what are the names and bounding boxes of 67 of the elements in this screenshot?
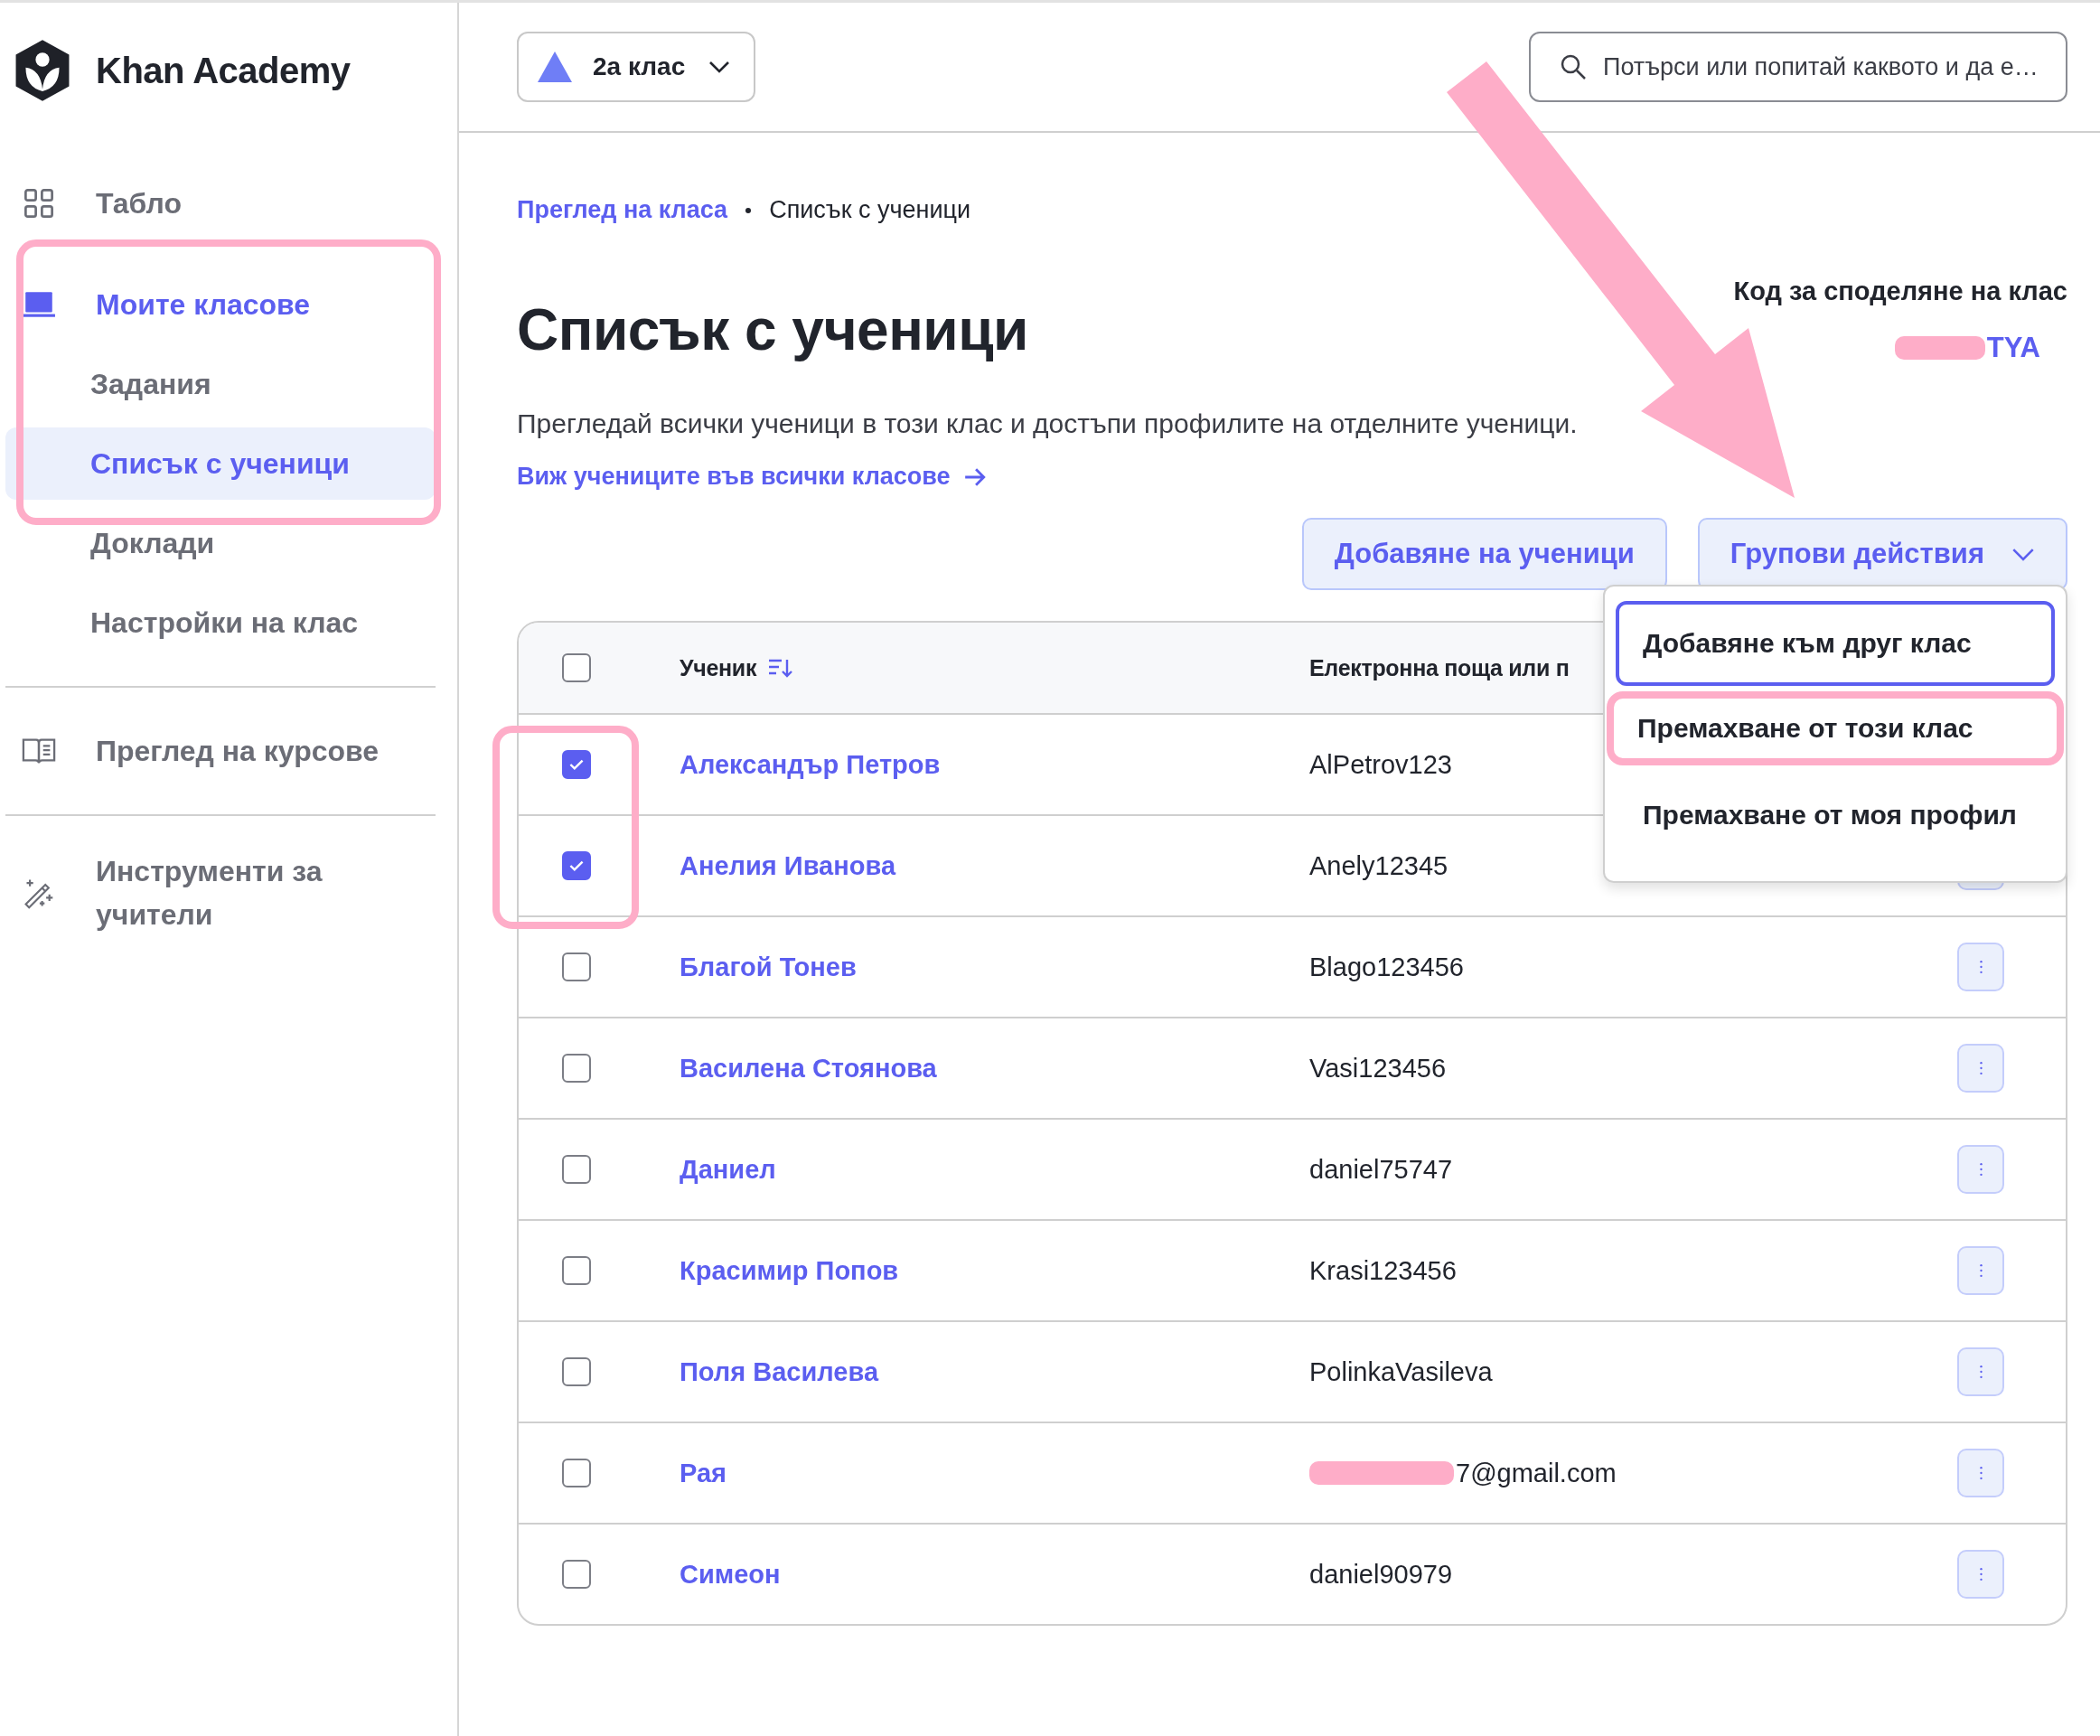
breadcrumb-link[interactable]: Преглед на класа (517, 196, 728, 224)
student-login: Blago123456 (1309, 952, 1464, 982)
student-name-link[interactable]: Симеон (680, 1559, 1309, 1590)
all-classes-link[interactable]: Виж учениците във всички класове (517, 463, 987, 491)
row-checkbox[interactable] (562, 851, 591, 880)
student-login: AlPetrov123 (1309, 749, 1452, 780)
kebab-icon (1978, 1465, 1983, 1481)
triangle-icon (537, 51, 573, 83)
class-code: TYA (1986, 332, 2040, 364)
student-login: 7@gmail.com (1456, 1458, 1617, 1488)
sidebar-item[interactable]: Моите класове (5, 268, 436, 341)
sidebar-subitem[interactable]: Настройки на клас (5, 586, 436, 659)
search-icon (1560, 53, 1587, 80)
row-checkbox[interactable] (562, 1155, 591, 1184)
student-login: Anely12345 (1309, 850, 1448, 881)
sidebar-subitem[interactable]: Списък с ученици (5, 427, 436, 500)
grid-icon (22, 187, 56, 220)
sidebar-subitem[interactable]: Доклади (5, 507, 436, 579)
kebab-icon (1978, 1566, 1983, 1582)
student-name-link[interactable]: Василена Стоянова (680, 1053, 1309, 1084)
row-checkbox[interactable] (562, 1256, 591, 1285)
row-checkbox[interactable] (562, 750, 591, 779)
sidebar-item[interactable]: Преглед на курсове (5, 715, 436, 787)
row-checkbox[interactable] (562, 1357, 591, 1386)
chevron-down-icon (2011, 547, 2035, 561)
kebab-icon (1978, 959, 1983, 975)
menu-item[interactable]: Премахване от моя профил (1616, 773, 2055, 858)
arrow-right-icon (962, 466, 987, 487)
breadcrumb-separator-icon (745, 207, 752, 213)
search-field[interactable]: Потърси или попитай каквото и да е… (1529, 32, 2067, 102)
student-name-link[interactable]: Даниел (680, 1154, 1309, 1185)
bulk-actions-button[interactable]: Групови действия (1697, 518, 2067, 590)
student-login: PolinkaVasileva (1309, 1356, 1493, 1387)
student-login: Krasi123456 (1309, 1255, 1457, 1286)
student-name-link[interactable]: Красимир Попов (680, 1255, 1309, 1286)
student-login: daniel75747 (1309, 1154, 1453, 1185)
student-name-link[interactable]: Александър Петров (680, 749, 1309, 780)
chevron-down-icon (708, 61, 730, 73)
brand-name: Khan Academy (96, 50, 351, 91)
row-checkbox[interactable] (562, 1054, 591, 1083)
add-students-button[interactable]: Добавяне на ученици (1301, 518, 1667, 590)
kebab-icon (1978, 1161, 1983, 1178)
student-name-link[interactable]: Анелия Иванова (680, 850, 1309, 881)
menu-item[interactable]: Добавяне към друг клас (1616, 601, 2055, 686)
student-login: daniel90979 (1309, 1559, 1453, 1590)
kebab-icon (1978, 1060, 1983, 1076)
sidebar-item[interactable]: Табло (5, 167, 436, 239)
student-login: Vasi123456 (1309, 1053, 1447, 1084)
kebab-icon (1978, 1364, 1983, 1380)
page-title: Списък с ученици (517, 296, 1029, 363)
column-header[interactable]: Ученик (680, 654, 757, 681)
row-checkbox[interactable] (562, 1560, 591, 1589)
student-name-link[interactable]: Благой Тонев (680, 952, 1309, 982)
sidebar-item[interactable]: Инструменти за учители (5, 843, 436, 943)
menu-item[interactable]: Премахване от този клас (1607, 691, 2064, 765)
breadcrumb-current: Списък с ученици (769, 196, 971, 224)
kebab-icon (1978, 1262, 1983, 1279)
sidebar-subitem[interactable]: Задания (5, 348, 436, 420)
select-all-checkbox[interactable] (562, 653, 591, 682)
student-name-link[interactable]: Поля Василева (680, 1356, 1309, 1387)
class-code-label: Код за споделяне на клас (1733, 277, 2067, 306)
row-checkbox[interactable] (562, 952, 591, 981)
sort-icon[interactable] (767, 657, 793, 679)
student-name-link[interactable]: Рая (680, 1458, 1309, 1488)
class-picker[interactable]: 2а клас (517, 32, 755, 102)
description: Прегледай всички ученици в този клас и достъпи профилите на отделните ученици. (517, 408, 1578, 439)
row-checkbox[interactable] (562, 1459, 591, 1487)
